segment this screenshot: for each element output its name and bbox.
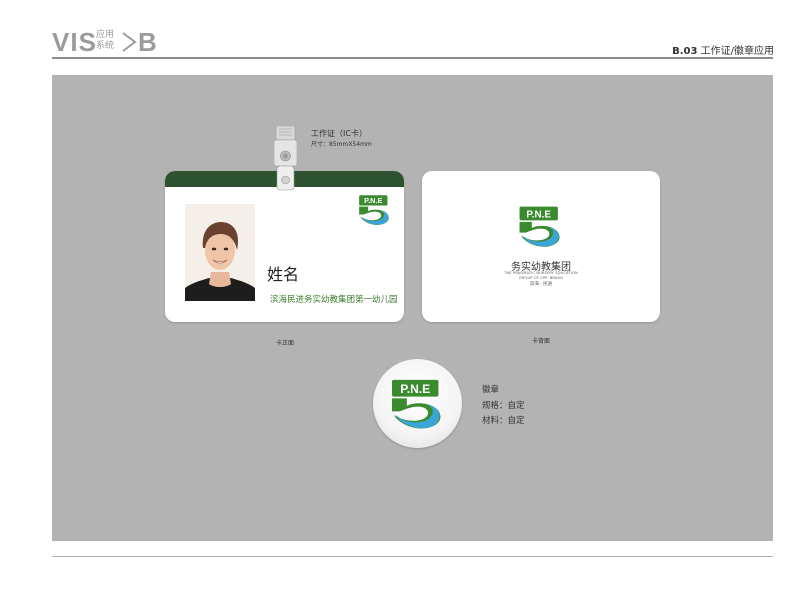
front-caption: 卡正面	[276, 340, 295, 347]
logo-text: P.N.E	[364, 196, 382, 205]
badge-title: 徽章	[482, 385, 500, 395]
header-title: 工作证/徽章应用	[700, 46, 774, 57]
id-card-back: P.N.E 务实幼教集团 THE PRAGMATIC NURSERY EDUCA…	[422, 171, 660, 322]
back-caption: 卡背面	[532, 338, 551, 345]
id-card-front: P.N.E 姓名 滨海民进务实幼教集团第一幼儿园	[165, 171, 404, 322]
group-english-name-line2: GROUP OF CPP. BINHAI	[518, 276, 564, 280]
card-clip-icon	[274, 126, 297, 191]
badge-spec: 规格：自定	[482, 401, 525, 411]
logo-text: P.N.E	[400, 382, 430, 396]
header-code: B.03	[672, 46, 698, 57]
group-subtitle: 滨海 · 民进	[529, 282, 553, 287]
pne-logo-icon: P.N.E	[358, 194, 392, 226]
spec-title: 工作证（IC卡）	[311, 129, 367, 138]
spec-size: 尺寸：85mmX54mm	[311, 141, 372, 148]
header-subtitle-line2: 系统	[96, 41, 115, 51]
round-badge: P.N.E	[373, 359, 462, 448]
bottom-rule	[52, 556, 773, 557]
header-subtitle-line1: 应用	[96, 30, 115, 40]
portrait-photo	[185, 204, 255, 301]
pne-logo-large-icon: P.N.E	[518, 205, 564, 248]
logo-text: P.N.E	[526, 209, 551, 220]
header-section-letter: B	[138, 27, 157, 57]
header-subtitle: 应用 系统	[96, 30, 114, 52]
header-vis: VIS	[52, 27, 97, 57]
badge-material: 材料：自定	[482, 416, 525, 426]
pne-badge-logo-icon: P.N.E	[390, 378, 446, 430]
group-english-name-line1: THE PRAGMATIC NURSERY EDUCATION	[504, 271, 578, 275]
top-rule	[52, 57, 773, 59]
card-holder-name: 姓名	[267, 265, 300, 284]
school-name: 滨海民进务实幼教集团第一幼儿园	[270, 295, 398, 305]
header-page-title: B.03 工作证/徽章应用	[672, 42, 774, 57]
presentation-panel	[52, 75, 773, 541]
chevron-right-icon	[122, 32, 137, 52]
